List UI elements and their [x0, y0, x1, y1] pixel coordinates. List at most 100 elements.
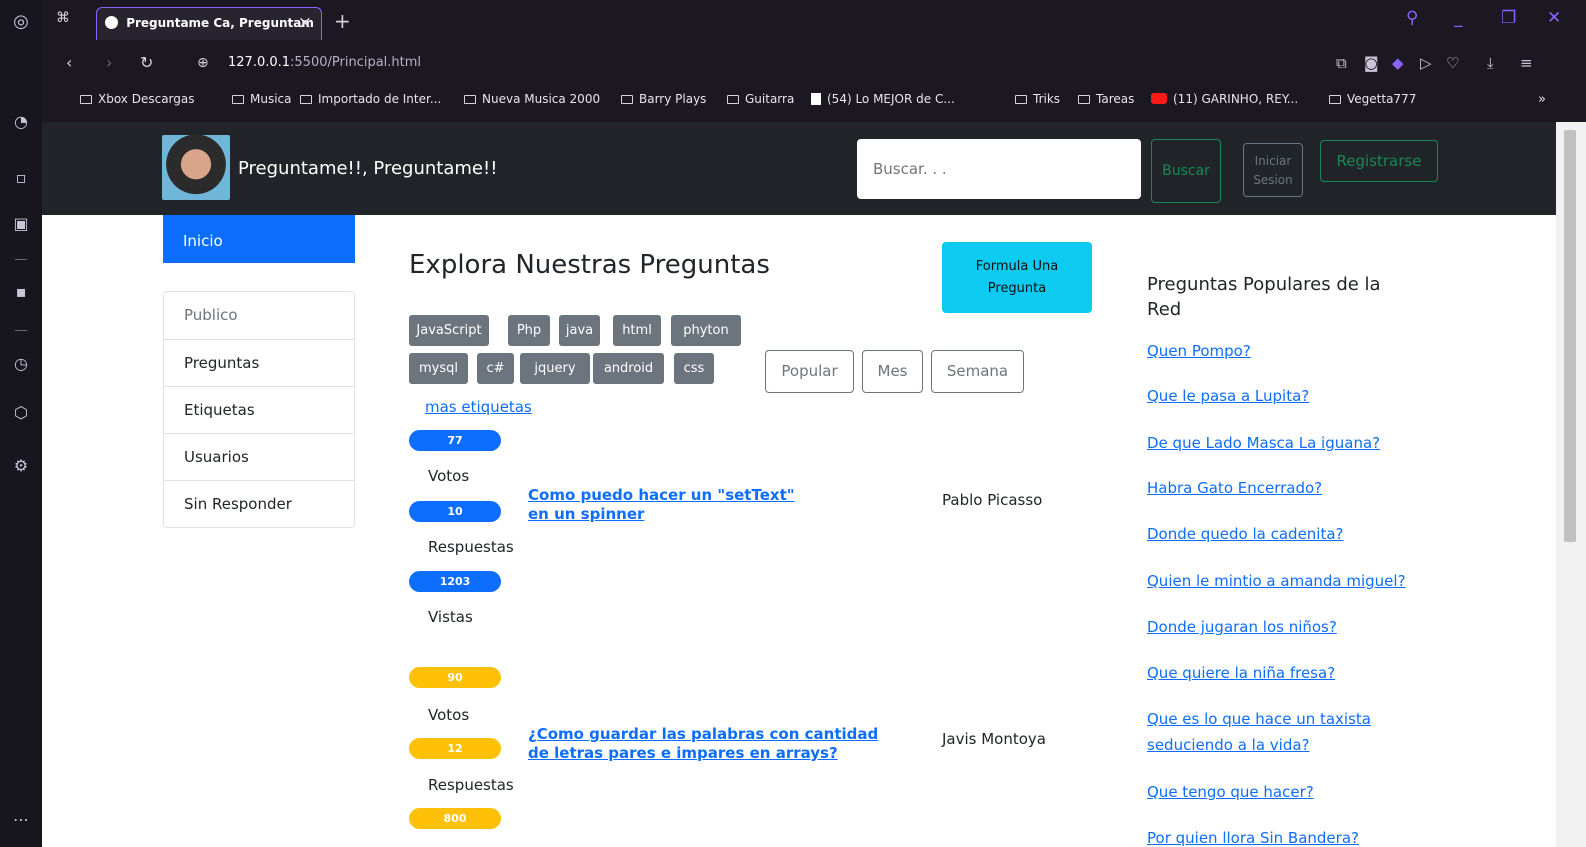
heart-icon[interactable]: ♡ — [1446, 54, 1459, 72]
forward-icon[interactable]: › — [106, 53, 112, 72]
sidebar-item-inicio[interactable]: Inicio — [163, 215, 355, 263]
tag-mysql[interactable]: mysql — [409, 353, 468, 384]
views-label: Vistas — [428, 608, 473, 626]
popular-question-link[interactable]: Donde jugaran los niños? — [1147, 615, 1447, 639]
game-controller-icon[interactable]: ⌘ — [56, 10, 70, 26]
tag-css[interactable]: css — [674, 353, 714, 384]
sidebar-item-sin-responder[interactable]: Sin Responder — [164, 480, 354, 527]
brand-title[interactable]: Preguntame!!, Preguntame!! — [238, 158, 497, 179]
site-info-icon[interactable]: ⊕ — [197, 55, 209, 71]
tag-java[interactable]: java — [559, 315, 600, 346]
folder-icon — [727, 95, 739, 104]
tag-csharp[interactable]: c# — [477, 353, 514, 384]
bookmark-item[interactable]: Xbox Descargas — [80, 92, 195, 106]
popular-question-link[interactable]: Quien le mintio a amanda miguel? — [1147, 569, 1447, 593]
url-host: 127.0.0.1 — [228, 55, 291, 70]
filter-semana-button[interactable]: Semana — [931, 350, 1024, 393]
page-scrollbar[interactable] — [1556, 122, 1586, 847]
youtube-icon — [1151, 93, 1167, 104]
back-icon[interactable]: ‹ — [66, 53, 72, 72]
bookmark-item[interactable]: Nueva Musica 2000 — [464, 92, 600, 106]
new-tab-icon[interactable]: + — [334, 9, 351, 33]
brand-avatar[interactable] — [162, 135, 230, 200]
cube-icon[interactable]: ⬡ — [0, 403, 42, 423]
register-button[interactable]: Registrarse — [1320, 140, 1438, 182]
filter-popular-button[interactable]: Popular — [765, 350, 854, 393]
site-navbar: Preguntame!!, Preguntame!! Buscar Inicia… — [42, 122, 1556, 215]
popular-heading-line2: Red — [1147, 299, 1182, 320]
question-title-line1: ¿Como guardar las palabras con cantidad — [528, 725, 879, 743]
maximize-icon[interactable]: ❐ — [1501, 8, 1516, 28]
filter-mes-button[interactable]: Mes — [862, 350, 923, 393]
download-icon[interactable]: ⤓ — [1487, 54, 1494, 72]
more-tags-link[interactable]: mas etiquetas — [425, 398, 532, 416]
discord-icon[interactable]: ▪ — [0, 282, 42, 302]
browser-tab[interactable]: Preguntame Ca, Preguntam × — [96, 7, 322, 40]
bookmark-item[interactable]: Triks — [1015, 92, 1060, 106]
reload-icon[interactable]: ↻ — [140, 53, 153, 72]
camera-icon[interactable]: ◙ — [1364, 54, 1379, 72]
minimize-icon[interactable]: _ — [1454, 8, 1463, 28]
scrollbar-thumb[interactable] — [1564, 130, 1576, 542]
tag-android[interactable]: android — [593, 353, 664, 384]
history-clock-icon[interactable]: ◷ — [0, 354, 42, 374]
tag-php[interactable]: Php — [508, 315, 550, 346]
settings-gear-icon[interactable]: ⚙ — [0, 456, 42, 476]
url-field[interactable]: 127.0.0.1:5500/Principal.html — [228, 55, 421, 70]
share-icon[interactable]: ⧉ — [1336, 54, 1347, 72]
bookmark-item[interactable]: Guitarra — [727, 92, 794, 106]
document-icon — [811, 93, 821, 105]
answers-label: Respuestas — [428, 538, 514, 556]
bookmark-item[interactable]: (54) Lo MEJOR de C... — [811, 92, 955, 106]
bookmark-label: Guitarra — [745, 92, 795, 106]
twitch-icon[interactable]: ▣ — [0, 214, 42, 234]
tab-title: Preguntame Ca, Preguntam — [126, 16, 314, 30]
popular-question-link[interactable]: De que Lado Masca La iguana? — [1147, 431, 1447, 455]
close-window-icon[interactable]: ✕ — [1547, 8, 1561, 28]
search-icon[interactable]: ⚲ — [1406, 8, 1418, 28]
question-title-link[interactable]: Como puedo hacer un "setText" en un spin… — [528, 486, 888, 524]
popular-question-link[interactable]: Habra Gato Encerrado? — [1147, 476, 1447, 500]
send-icon[interactable]: ▷ — [1420, 54, 1432, 72]
bookmark-item[interactable]: Tareas — [1078, 92, 1134, 106]
question-author: Javis Montoya — [942, 730, 1046, 748]
speed-icon[interactable]: ◔ — [0, 112, 42, 132]
bookmark-item[interactable]: Barry Plays — [621, 92, 706, 106]
popular-question-link[interactable]: Que es lo que hace un taxista — [1147, 707, 1447, 731]
tab-strip: ⌘ Preguntame Ca, Preguntam × + ⚲ _ ❐ ✕ — [42, 0, 1586, 45]
question-title-link[interactable]: ¿Como guardar las palabras con cantidad … — [528, 725, 888, 763]
bookmark-item[interactable]: (11) GARINHO, REY... — [1151, 92, 1298, 106]
more-dots-icon[interactable]: ⋯ — [0, 810, 42, 830]
shield-icon[interactable]: ◆ — [1392, 54, 1404, 72]
ask-question-button[interactable]: Formula Una Pregunta — [942, 242, 1092, 313]
answers-label: Respuestas — [428, 776, 514, 794]
tag-phyton[interactable]: phyton — [671, 315, 741, 346]
opera-logo-icon[interactable]: ◎ — [0, 12, 42, 32]
popular-question-link[interactable]: Donde quedo la cadenita? — [1147, 522, 1447, 546]
popular-question-link[interactable]: seduciendo a la vida? — [1147, 733, 1447, 757]
popular-question-link[interactable]: Que quiere la niña fresa? — [1147, 661, 1447, 685]
bookmarks-overflow-icon[interactable]: » — [1538, 92, 1546, 107]
shopping-bag-icon[interactable]: ▫ — [0, 168, 42, 188]
sidebar-item-etiquetas[interactable]: Etiquetas — [164, 386, 354, 433]
easy-setup-icon[interactable]: ≡ — [1520, 54, 1533, 72]
popular-question-link[interactable]: Que le pasa a Lupita? — [1147, 384, 1447, 408]
bookmark-item[interactable]: Vegetta777 — [1329, 92, 1416, 106]
bookmark-item[interactable]: Importado de Inter... — [300, 92, 441, 106]
popular-question-link[interactable]: Quen Pompo? — [1147, 339, 1447, 363]
views-badge: 1203 — [409, 571, 501, 592]
votes-label: Votos — [428, 467, 470, 485]
login-button[interactable]: Iniciar Sesion — [1243, 143, 1303, 197]
popular-question-link[interactable]: Que tengo que hacer? — [1147, 780, 1447, 804]
folder-icon — [300, 95, 312, 104]
popular-question-link[interactable]: Por quien llora Sin Bandera? — [1147, 826, 1447, 847]
close-icon[interactable]: × — [298, 13, 312, 33]
bookmark-item[interactable]: Musica — [232, 92, 292, 106]
search-button[interactable]: Buscar — [1151, 139, 1221, 203]
tag-html[interactable]: html — [613, 315, 661, 346]
search-input[interactable] — [857, 139, 1141, 199]
tag-jquery[interactable]: jquery — [520, 353, 590, 384]
sidebar-item-preguntas[interactable]: Preguntas — [164, 339, 354, 386]
sidebar-item-usuarios[interactable]: Usuarios — [164, 433, 354, 480]
tag-javascript[interactable]: JavaScript — [409, 315, 489, 346]
